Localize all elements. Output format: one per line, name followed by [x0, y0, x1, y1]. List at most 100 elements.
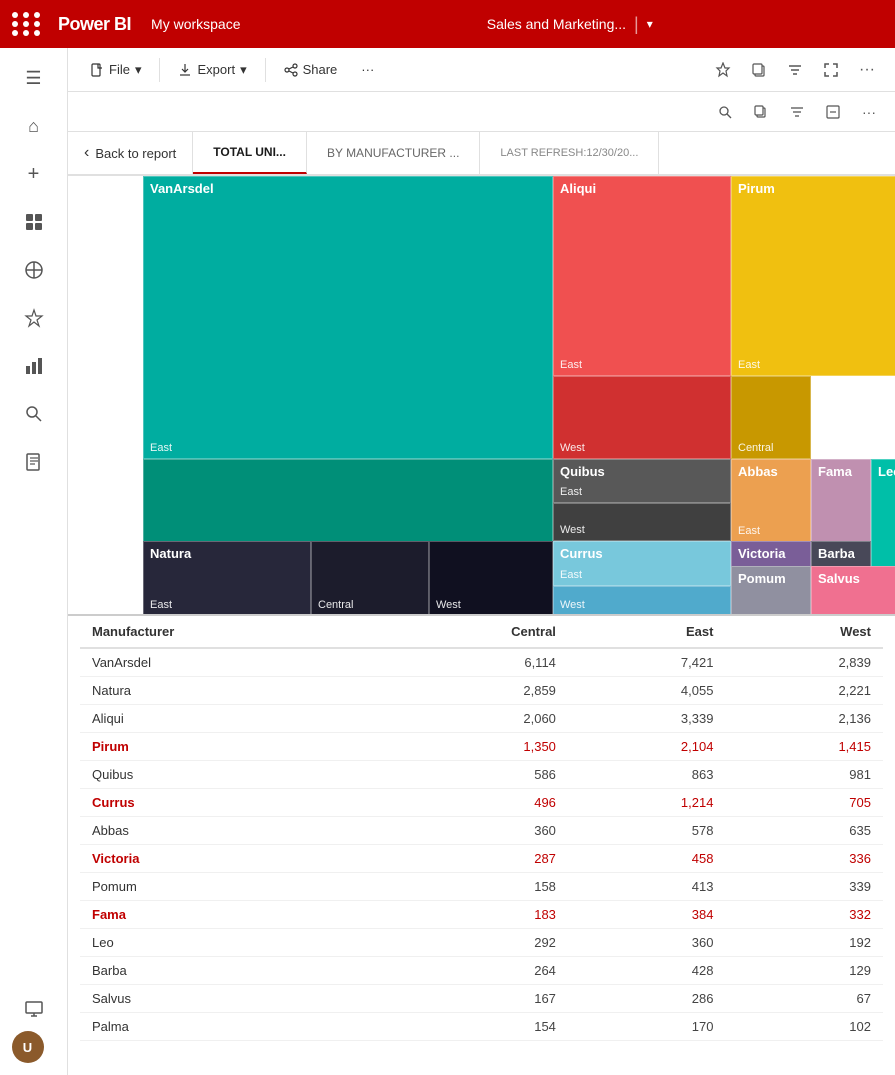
cell-manufacturer: Quibus: [80, 761, 376, 789]
treemap-sublabel-left: West: [560, 599, 585, 611]
table-header-row: Manufacturer Central East West: [80, 616, 883, 648]
cell-manufacturer: Palma: [80, 1013, 376, 1041]
title-chevron-icon[interactable]: ▾: [647, 17, 653, 31]
treemap-cell-Currus[interactable]: Currus East: [553, 541, 731, 586]
user-avatar[interactable]: U: [12, 1031, 44, 1063]
sidebar-item-learn[interactable]: [12, 440, 56, 484]
treemap-cell-Pirum[interactable]: PirumEast: [731, 176, 895, 376]
treemap-label: Barba: [812, 542, 870, 563]
filter-pane-icon[interactable]: [783, 98, 811, 126]
cell-east: 863: [568, 761, 726, 789]
toolbar: File ▾ Export ▾ Share ··· ···: [68, 48, 895, 92]
treemap-sublabel-left: East: [560, 359, 582, 371]
share-button[interactable]: Share: [274, 57, 348, 82]
cell-central: 6,114: [376, 648, 568, 677]
treemap-cell-segment-3[interactable]: West: [553, 376, 731, 459]
back-to-report-button[interactable]: ‹ Back to report: [80, 132, 193, 174]
focus-icon[interactable]: [815, 54, 847, 86]
treemap-label: Leo: [872, 460, 895, 481]
sidebar-item-monitor[interactable]: [12, 987, 56, 1031]
file-label: File: [109, 62, 130, 77]
cell-east: 578: [568, 817, 726, 845]
cell-central: 1,350: [376, 733, 568, 761]
table-row: Abbas 360 578 635: [80, 817, 883, 845]
treemap-cell-Abbas[interactable]: AbbasEast: [731, 459, 811, 542]
more-options-button[interactable]: ···: [351, 57, 384, 82]
treemap-label: Pomum: [732, 567, 810, 588]
export-button[interactable]: Export ▾: [168, 57, 256, 83]
treemap-label: Fama: [812, 460, 870, 481]
treemap-sublabel-left: East: [560, 569, 582, 581]
duplicate-icon[interactable]: [743, 54, 775, 86]
treemap-cell-Salvus[interactable]: Salvus: [811, 566, 895, 616]
treemap-cell-segment-8[interactable]: West: [553, 503, 731, 541]
icon-bar: ···: [68, 92, 895, 132]
back-chevron-icon: ‹: [84, 144, 89, 162]
sidebar-item-goals[interactable]: [12, 296, 56, 340]
cell-manufacturer: Victoria: [80, 845, 376, 873]
treemap-sublabel-left: East: [738, 359, 760, 371]
more-options-bar-icon[interactable]: ···: [855, 98, 883, 126]
cell-manufacturer: Barba: [80, 957, 376, 985]
search-bar-icon[interactable]: [711, 98, 739, 126]
sidebar-bottom: U: [12, 987, 56, 1063]
treemap-cell-segment-6[interactable]: Central: [731, 376, 811, 459]
treemap-cell-Natura[interactable]: NaturaEast: [143, 541, 311, 616]
treemap-cell-segment-14[interactable]: West: [429, 541, 553, 616]
cell-manufacturer: Abbas: [80, 817, 376, 845]
treemap-cell-Aliqui[interactable]: AliquiEast: [553, 176, 731, 376]
cell-central: 287: [376, 845, 568, 873]
filter-icon[interactable]: [779, 54, 811, 86]
table-row: Aliqui 2,060 3,339 2,136: [80, 705, 883, 733]
treemap-sublabel-left: West: [560, 524, 585, 536]
sidebar-item-menu[interactable]: ☰: [12, 56, 56, 100]
cell-central: 292: [376, 929, 568, 957]
sidebar-item-browse[interactable]: [12, 200, 56, 244]
cell-west: 2,136: [725, 705, 883, 733]
cell-west: 705: [725, 789, 883, 817]
treemap-cell-Fama[interactable]: Fama: [811, 459, 871, 542]
tab-last-refresh-label: LAST REFRESH:12/30/20...: [500, 147, 638, 159]
sidebar-item-create[interactable]: +: [12, 152, 56, 196]
workspace-label[interactable]: My workspace: [151, 16, 240, 32]
treemap-sublabel-left: East: [560, 486, 582, 498]
cell-west: 102: [725, 1013, 883, 1041]
treemap-cell-Pomum[interactable]: Pomum: [731, 566, 811, 616]
selection-icon[interactable]: [819, 98, 847, 126]
table-row: Salvus 167 286 67: [80, 985, 883, 1013]
treemap-label: Salvus: [812, 567, 895, 588]
sidebar-item-apps[interactable]: [12, 248, 56, 292]
treemap-cell-segment-13[interactable]: Central: [311, 541, 429, 616]
cell-east: 7,421: [568, 648, 726, 677]
treemap-cell-Quibus[interactable]: QuibusEast: [553, 459, 731, 503]
col-west: West: [725, 616, 883, 648]
treemap-sublabel-left: Central: [738, 442, 773, 454]
sidebar-item-home[interactable]: ⌂: [12, 104, 56, 148]
treemap-cell-segment-16[interactable]: West: [553, 586, 731, 616]
toolbar-divider-2: [265, 58, 266, 82]
tab-total-units[interactable]: TOTAL UNI...: [193, 132, 307, 174]
cell-west: 336: [725, 845, 883, 873]
cell-manufacturer: Aliqui: [80, 705, 376, 733]
tab-last-refresh[interactable]: LAST REFRESH:12/30/20...: [480, 132, 659, 174]
sidebar-item-search[interactable]: [12, 392, 56, 436]
cell-central: 167: [376, 985, 568, 1013]
file-button[interactable]: File ▾: [80, 57, 151, 83]
table-row: VanArsdel 6,114 7,421 2,839: [80, 648, 883, 677]
treemap-sublabel-left: West: [560, 442, 585, 454]
table-row: Barba 264 428 129: [80, 957, 883, 985]
copy-view-icon[interactable]: [747, 98, 775, 126]
ellipsis-button[interactable]: ···: [851, 54, 883, 86]
treemap-container[interactable]: VanArsdelEastCentralWestAliquiEastWestPi…: [68, 176, 895, 616]
sidebar-item-metrics[interactable]: [12, 344, 56, 388]
pin-icon[interactable]: [707, 54, 739, 86]
cell-manufacturer: Salvus: [80, 985, 376, 1013]
tab-by-manufacturer[interactable]: BY MANUFACTURER ...: [307, 132, 480, 174]
table-row: Natura 2,859 4,055 2,221: [80, 677, 883, 705]
treemap-cell-VanArsdel[interactable]: VanArsdelEast: [143, 176, 553, 459]
cell-east: 286: [568, 985, 726, 1013]
apps-grid-icon[interactable]: [12, 12, 42, 36]
table-row: Victoria 287 458 336: [80, 845, 883, 873]
cell-west: 981: [725, 761, 883, 789]
treemap-label: Currus: [554, 542, 730, 563]
